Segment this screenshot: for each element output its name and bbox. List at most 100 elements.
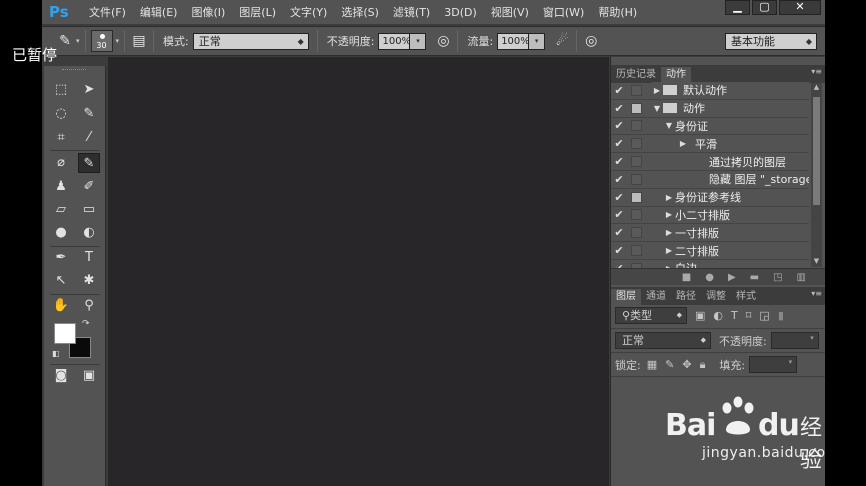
new-action-icon[interactable]: ◳ [773,272,782,283]
dialog-toggle-box[interactable] [631,138,642,150]
lock-transparent-icon[interactable]: ▦ [647,358,657,371]
tab-history[interactable]: 历史记录 [611,67,661,83]
close-button[interactable]: ✕ [779,0,821,15]
filter-smart-object-icon[interactable]: ◲ [759,309,769,322]
toggle-check-icon[interactable]: ✔ [611,173,627,186]
quick-mask-icon[interactable]: ◙ [50,366,72,386]
foreground-color-swatch[interactable] [54,323,76,344]
menu-file[interactable]: 文件(F) [82,4,133,20]
workspace-select[interactable]: 基本功能 ◆ [725,32,817,50]
filter-toggle-icon[interactable]: ▮ [778,309,784,322]
menu-image[interactable]: 图像(I) [184,4,232,20]
menu-filter[interactable]: 滤镜(T) [386,4,437,20]
move-icon[interactable]: ➤ [78,80,100,100]
screen-mode-icon[interactable]: ▣ [78,366,100,386]
stop-icon[interactable]: ■ [682,272,691,283]
blur-icon[interactable]: ● [50,223,72,243]
swap-colors-icon[interactable]: ↷ [82,319,90,329]
quick-selection-icon[interactable]: ✎ [78,104,100,124]
menu-type[interactable]: 文字(Y) [283,4,334,20]
trash-icon[interactable]: ▥ [797,272,806,283]
toggle-check-icon[interactable]: ✔ [611,84,627,97]
healing-brush-icon[interactable]: ⌀ [50,153,72,173]
history-brush-icon[interactable]: ✐ [78,177,100,197]
lasso-icon[interactable]: ◌ [50,104,72,124]
list-item[interactable]: ✔ ▼ 动作 [611,99,809,118]
list-item[interactable]: ✔ ▶ 平滑 [611,135,809,154]
lock-position-icon[interactable]: ✥ [682,358,691,371]
list-item[interactable]: ✔ ▶ 白边 [611,259,809,268]
expand-triangle-icon[interactable]: ▶ [677,139,689,148]
pressure-opacity-icon[interactable]: ◎ [434,32,452,50]
menu-window[interactable]: 窗口(W) [536,4,591,20]
toggle-check-icon[interactable]: ✔ [611,137,627,150]
tab-paths[interactable]: 路径 [671,289,701,305]
eyedropper-icon[interactable]: ⁄ [78,128,100,148]
brush-picker-arrow-icon[interactable]: ▾ [116,37,120,45]
filter-type-icon[interactable]: T [731,309,738,322]
minimize-button[interactable]: ▁ [725,0,750,15]
actions-scrollbar[interactable]: ▲ ▼ [811,83,822,267]
toggle-check-icon[interactable]: ✔ [611,119,627,132]
opacity-dropdown-icon[interactable]: ▾ [410,32,427,50]
list-item[interactable]: ✔ ▶ 一寸排版 [611,224,809,243]
fill-input[interactable]: ▾ [749,356,798,373]
menu-edit[interactable]: 编辑(E) [133,4,185,20]
dialog-toggle-box[interactable] [631,227,642,239]
airbrush-icon[interactable]: ☄ [553,32,571,50]
toggle-check-icon[interactable]: ✔ [611,226,627,239]
default-colors-icon[interactable]: ◧ [52,349,61,358]
dialog-toggle-box[interactable] [631,102,642,114]
lock-all-icon[interactable]: 🔒︎ [700,358,706,372]
tab-styles[interactable]: 样式 [731,289,761,305]
flow-dropdown-icon[interactable]: ▾ [529,32,546,50]
scroll-down-icon[interactable]: ▼ [811,257,822,267]
flow-input[interactable]: 100% [497,32,530,50]
toggle-check-icon[interactable]: ✔ [611,208,627,221]
scrollbar-thumb[interactable] [813,97,820,205]
opacity-input[interactable]: 100% [378,32,411,50]
panel-menu-icon[interactable]: ▾≡ [811,289,822,298]
dodge-icon[interactable]: ◐ [78,223,100,243]
new-set-folder-icon[interactable]: ▬ [750,272,759,283]
tab-channels[interactable]: 通道 [641,289,671,305]
gradient-icon[interactable]: ▭ [78,200,100,220]
toggle-check-icon[interactable]: ✔ [611,102,627,115]
filter-adjustment-icon[interactable]: ◐ [713,309,723,322]
filter-pixel-icon[interactable]: ▣ [695,309,705,322]
list-item[interactable]: ✔ ▶ 二寸排版 [611,242,809,260]
scroll-up-icon[interactable]: ▲ [811,83,822,93]
menu-help[interactable]: 帮助(H) [591,4,644,20]
list-item[interactable]: ✔ ▼ 身份证 [611,117,809,136]
expand-triangle-icon[interactable]: ▶ [663,228,675,237]
layer-opacity-input[interactable]: ▾ [770,332,819,349]
custom-shape-icon[interactable]: ✱ [78,271,100,291]
path-selection-icon[interactable]: ↖ [50,271,72,291]
dialog-toggle-box[interactable] [631,209,642,221]
list-item[interactable]: ✔ ▶ 身份证参考线 [611,188,809,207]
toolbox-grip[interactable] [62,69,86,72]
collapse-triangle-icon[interactable]: ▼ [651,104,663,113]
toggle-check-icon[interactable]: ✔ [611,244,627,257]
crop-icon[interactable]: ⌗ [50,128,72,148]
hand-icon[interactable]: ✋ [50,296,72,316]
layer-filter-select[interactable]: ⚲类型 ◆ [615,307,687,324]
brush-tool-preset-icon[interactable]: ✎ [56,32,74,50]
type-icon[interactable]: T [78,248,100,268]
brush-icon[interactable]: ✎ [78,153,100,173]
dialog-toggle-box[interactable] [631,84,642,96]
expand-triangle-icon[interactable]: ▶ [663,210,675,219]
play-icon[interactable]: ▶ [728,272,736,283]
expand-triangle-icon[interactable]: ▶ [651,86,663,95]
list-item[interactable]: ✔ ▶ 默认动作 [611,82,809,100]
lock-pixels-icon[interactable]: ✎ [665,358,674,371]
filter-shape-icon[interactable]: ⌑ [746,309,752,322]
panel-menu-icon[interactable]: ▾≡ [811,67,822,76]
record-icon[interactable]: ● [705,272,714,283]
restore-button[interactable]: ▢ [752,0,777,15]
menu-view[interactable]: 视图(V) [484,4,536,20]
dialog-toggle-box[interactable] [631,120,642,132]
menu-3d[interactable]: 3D(D) [437,6,484,19]
document-canvas-area[interactable] [108,57,609,486]
dialog-toggle-box[interactable] [631,245,642,257]
